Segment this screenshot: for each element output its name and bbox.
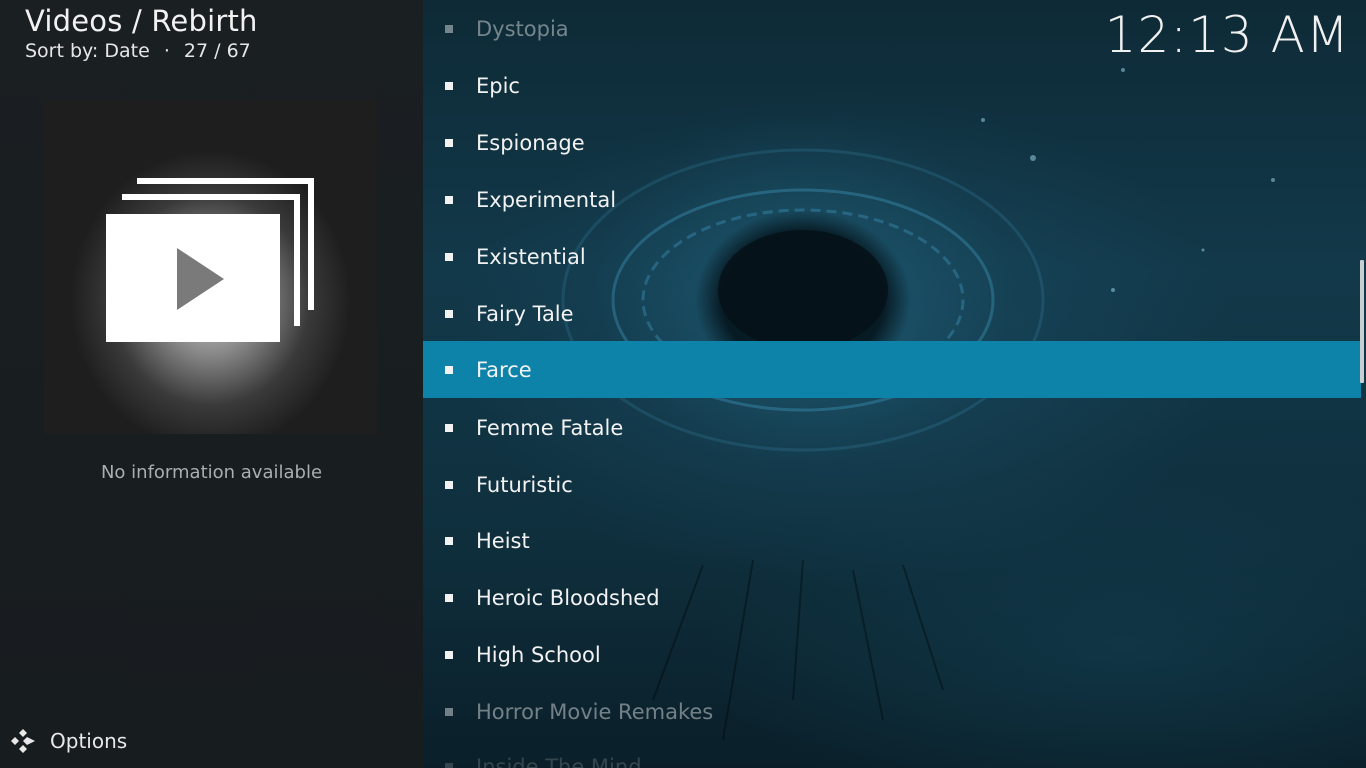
- list-item-label: Farce: [476, 357, 532, 382]
- sort-label: Sort by: Date: [25, 40, 150, 62]
- bullet-icon: [445, 24, 453, 33]
- list-item[interactable]: High School: [423, 626, 1361, 683]
- list-item-label: Heroic Bloodshed: [476, 585, 660, 610]
- list-item[interactable]: Futuristic: [423, 456, 1361, 513]
- list-item[interactable]: Existential: [423, 228, 1361, 285]
- list-item-label: Futuristic: [476, 472, 573, 497]
- scrollbar[interactable]: [1360, 260, 1364, 383]
- bullet-icon: [445, 423, 453, 432]
- bullet-icon: [445, 762, 453, 768]
- clock: 12:13 AM: [1104, 6, 1350, 64]
- no-info-text: No information available: [100, 462, 323, 483]
- list-item-label: Experimental: [476, 187, 617, 212]
- info-panel: Videos / Rebirth Sort by: Date · 27 / 67…: [0, 0, 423, 768]
- options-button[interactable]: Options: [10, 726, 127, 756]
- list-item-label: Inside The Mind: [476, 754, 642, 768]
- bullet-icon: [445, 138, 453, 147]
- list-item[interactable]: Fairy Tale: [423, 285, 1361, 342]
- list-item[interactable]: Horror Movie Remakes: [423, 683, 1361, 740]
- item-position: 27 / 67: [183, 40, 251, 62]
- list-item-label: Heist: [476, 528, 530, 553]
- list-item[interactable]: Femme Fatale: [423, 399, 1361, 456]
- list-item[interactable]: Heroic Bloodshed: [423, 569, 1361, 626]
- kodi-window: Videos / Rebirth Sort by: Date · 27 / 67…: [0, 0, 1366, 768]
- kodi-logo-icon: [10, 728, 36, 754]
- list-item[interactable]: Espionage: [423, 114, 1361, 171]
- separator: ·: [163, 40, 170, 62]
- list-item-label: Horror Movie Remakes: [476, 699, 714, 724]
- list-item-label: Existential: [476, 244, 586, 269]
- thumbnail: [44, 100, 377, 434]
- list-item-label: Espionage: [476, 130, 585, 155]
- options-label: Options: [50, 729, 128, 753]
- bullet-icon: [445, 252, 453, 261]
- list-item[interactable]: Heist: [423, 512, 1361, 569]
- bullet-icon: [445, 650, 453, 659]
- bullet-icon: [445, 81, 453, 90]
- bullet-icon: [445, 195, 453, 204]
- page-title: Videos / Rebirth: [25, 4, 258, 38]
- bullet-icon: [445, 365, 453, 374]
- list-item[interactable]: Inside The Mind: [423, 738, 1361, 768]
- bullet-icon: [445, 480, 453, 489]
- list-item[interactable]: Experimental: [423, 171, 1361, 228]
- list-item-label: Fairy Tale: [476, 301, 574, 326]
- bullet-icon: [445, 536, 453, 545]
- list-item-selected[interactable]: Farce: [423, 341, 1361, 398]
- list-item-label: Femme Fatale: [476, 415, 624, 440]
- bullet-icon: [445, 593, 453, 602]
- sort-info: Sort by: Date · 27 / 67: [25, 40, 251, 62]
- list-item-label: Epic: [476, 73, 520, 98]
- list-item-label: High School: [476, 642, 601, 667]
- bullet-icon: [445, 309, 453, 318]
- list-item[interactable]: Epic: [423, 57, 1361, 114]
- video-playlist-icon: [106, 178, 314, 342]
- bullet-icon: [445, 707, 453, 716]
- list-item-label: Dystopia: [476, 16, 569, 41]
- genre-list: Dystopia Epic Espionage Experimental Exi…: [423, 0, 1366, 768]
